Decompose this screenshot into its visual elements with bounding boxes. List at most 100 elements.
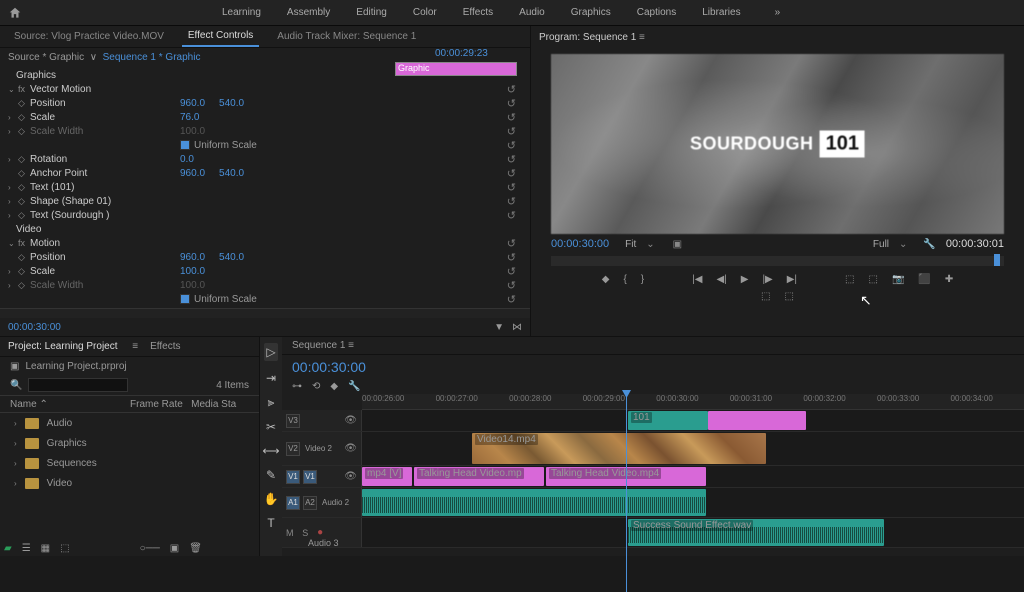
workspace-editing[interactable]: Editing [356, 7, 387, 18]
uniform-scale-checkbox[interactable] [180, 294, 190, 304]
program-timecode[interactable]: 00:00:30:00 [551, 238, 609, 250]
new-item-icon[interactable]: ▰ [4, 543, 12, 554]
reset-icon[interactable]: ↺ [507, 167, 516, 180]
eye-icon[interactable]: 👁 [344, 443, 357, 454]
overwrite-icon[interactable]: ⬚ [785, 291, 794, 302]
keyframe-stopwatch-icon[interactable]: ◇ [18, 196, 30, 207]
tab-sequence[interactable]: Sequence 1 [292, 340, 345, 351]
prop-vector-motion[interactable]: Vector Motion [30, 84, 180, 95]
chevron-down-icon[interactable]: ∨ [90, 52, 97, 63]
workspace-color[interactable]: Color [413, 7, 437, 18]
zoom-fit-dropdown[interactable]: Fit [625, 239, 636, 250]
eye-icon[interactable]: 👁 [344, 415, 357, 426]
col-media[interactable]: Media Sta [191, 399, 236, 410]
track-target-v2[interactable]: V2 [286, 442, 300, 456]
reset-icon[interactable]: ↺ [507, 251, 516, 264]
program-playhead[interactable] [994, 254, 1000, 266]
value-mpos-y[interactable]: 540.0 [219, 252, 244, 263]
tab-project[interactable]: Project: Learning Project [8, 341, 118, 352]
value-anchor-y[interactable]: 540.0 [219, 168, 244, 179]
search-input[interactable] [28, 378, 128, 392]
value-pos-x[interactable]: 960.0 [180, 98, 205, 109]
keyframe-stopwatch-icon[interactable]: ◇ [18, 112, 30, 123]
value-mscale[interactable]: 100.0 [180, 266, 205, 277]
list-view-icon[interactable]: ☰ [22, 543, 31, 554]
keyframe-stopwatch-icon[interactable]: ◇ [18, 98, 30, 109]
extract-icon[interactable]: ⬚ [868, 274, 877, 285]
track-source-v1[interactable]: V1 [286, 470, 300, 484]
insert-icon[interactable]: ⬚ [761, 291, 770, 302]
keyframe-stopwatch-icon[interactable]: ◇ [18, 266, 30, 277]
linked-selection-icon[interactable]: ⟲ [312, 381, 320, 392]
prop-motion[interactable]: Motion [30, 238, 180, 249]
bin-video[interactable]: ›Video [0, 473, 259, 493]
track-target-v3[interactable]: V3 [286, 414, 300, 428]
reset-icon[interactable]: ↺ [507, 293, 516, 306]
tab-audio-mixer[interactable]: Audio Track Mixer: Sequence 1 [271, 27, 422, 46]
reset-icon[interactable]: ↺ [507, 181, 516, 194]
fx-badge-icon[interactable]: fx [18, 84, 30, 94]
program-monitor[interactable]: SOURDOUGH 101 [551, 54, 1004, 234]
snap-icon[interactable]: ⊶ [292, 381, 302, 392]
out-point-icon[interactable]: } [641, 274, 644, 285]
disclosure-icon[interactable]: › [8, 211, 18, 220]
fx-badge-icon[interactable]: fx [18, 238, 30, 248]
solo-icon[interactable]: S [302, 528, 308, 538]
reset-icon[interactable]: ↺ [507, 83, 516, 96]
keyframe-stopwatch-icon[interactable]: ◇ [18, 182, 30, 193]
workspace-libraries[interactable]: Libraries [702, 7, 740, 18]
clip-101[interactable]: 101 [628, 411, 708, 430]
in-point-icon[interactable]: { [623, 274, 626, 285]
track-select-tool-icon[interactable]: ⇥ [266, 371, 276, 385]
home-icon[interactable] [8, 6, 22, 20]
timeline-playhead[interactable] [626, 392, 627, 592]
breadcrumb-sequence[interactable]: Sequence 1 * Graphic [103, 52, 201, 63]
lift-icon[interactable]: ⬚ [845, 274, 854, 285]
slip-tool-icon[interactable]: ⟷ [262, 444, 279, 458]
play-icon[interactable]: ▶ [741, 274, 749, 285]
disclosure-icon[interactable]: › [8, 197, 18, 206]
workspace-effects[interactable]: Effects [463, 7, 493, 18]
freeform-icon[interactable]: ⬚ [60, 543, 69, 554]
tab-effect-controls[interactable]: Effect Controls [182, 26, 259, 47]
quality-dropdown[interactable]: Full [873, 239, 889, 250]
uniform-scale-checkbox[interactable] [180, 140, 190, 150]
value-rotation[interactable]: 0.0 [180, 154, 194, 165]
disclosure-icon[interactable]: › [8, 113, 18, 122]
workspace-captions[interactable]: Captions [637, 7, 676, 18]
workspace-overflow-icon[interactable]: » [775, 7, 781, 18]
disclosure-icon[interactable]: ⌄ [8, 85, 18, 94]
disclosure-icon[interactable]: › [8, 127, 18, 136]
timeline-ruler[interactable]: 00:00:26:00 00:00:27:00 00:00:28:00 00:0… [362, 394, 1024, 410]
keyframe-stopwatch-icon[interactable]: ◇ [18, 210, 30, 221]
reset-icon[interactable]: ↺ [507, 265, 516, 278]
program-scrubber[interactable] [551, 256, 1004, 266]
clip-sfx[interactable]: Success Sound Effect.wav [628, 519, 884, 546]
source-timecode[interactable]: 00:00:30:00 [8, 322, 61, 333]
hand-tool-icon[interactable]: ✋ [264, 492, 279, 506]
reset-icon[interactable]: ↺ [507, 279, 516, 292]
disclosure-icon[interactable]: › [8, 281, 18, 290]
clip-audio-main[interactable] [362, 489, 706, 516]
keyframe-stopwatch-icon[interactable]: ◇ [18, 168, 30, 179]
bin-audio[interactable]: ›Audio [0, 413, 259, 433]
keyframe-stopwatch-icon[interactable]: ◇ [18, 252, 30, 263]
trash-icon[interactable]: 🗑 [189, 543, 202, 554]
eye-icon[interactable]: 👁 [344, 471, 357, 482]
prop-text-101[interactable]: Text (101) [30, 182, 180, 193]
marker-icon[interactable]: ◆ [602, 274, 610, 285]
bin-sequences[interactable]: ›Sequences [0, 453, 259, 473]
workspace-graphics[interactable]: Graphics [571, 7, 611, 18]
record-icon[interactable]: ● [317, 527, 323, 538]
disclosure-icon[interactable]: › [8, 183, 18, 192]
col-name[interactable]: Name ⌃ [10, 399, 130, 410]
workspace-learning[interactable]: Learning [222, 7, 261, 18]
bin-graphics[interactable]: ›Graphics [0, 433, 259, 453]
reset-icon[interactable]: ↺ [507, 111, 516, 124]
filter-icon[interactable]: ▼ [494, 322, 504, 333]
timeline-timecode[interactable]: 00:00:30:00 [282, 355, 1024, 379]
step-forward-icon[interactable]: |▶ [762, 274, 772, 285]
clip-talk1[interactable]: mp4 [V] [362, 467, 412, 486]
prop-shape[interactable]: Shape (Shape 01) [30, 196, 180, 207]
pen-tool-icon[interactable]: ✎ [266, 468, 276, 482]
